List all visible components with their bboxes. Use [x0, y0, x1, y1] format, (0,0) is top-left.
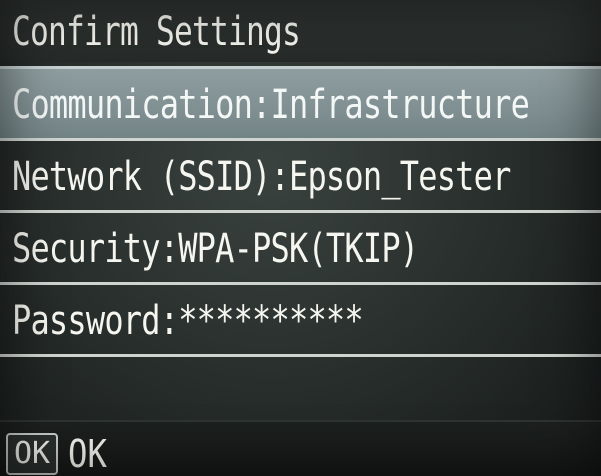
softkey-bar: OK OK	[0, 420, 601, 476]
ok-label: OK	[68, 432, 108, 476]
settings-list: Communication:Infrastructure Network (SS…	[0, 66, 601, 446]
ok-key-icon: OK	[6, 433, 59, 475]
setting-row-security[interactable]: Security:WPA-PSK(TKIP)	[0, 210, 601, 282]
setting-communication-label: Communication:Infrastructure	[12, 82, 530, 128]
setting-ssid-label: Network (SSID):Epson_Tester	[12, 154, 511, 200]
setting-security-label: Security:WPA-PSK(TKIP)	[12, 226, 419, 272]
setting-row-communication[interactable]: Communication:Infrastructure	[0, 66, 601, 138]
setting-row-password[interactable]: Password:**********	[0, 282, 601, 354]
page-title: Confirm Settings	[12, 9, 301, 55]
setting-row-network-ssid[interactable]: Network (SSID):Epson_Tester	[0, 138, 601, 210]
ok-button[interactable]: OK OK	[6, 432, 114, 476]
printer-lcd-screen: Confirm Settings Communication:Infrastru…	[0, 0, 601, 476]
setting-password-label: Password:**********	[12, 298, 364, 344]
title-bar: Confirm Settings	[0, 0, 601, 62]
